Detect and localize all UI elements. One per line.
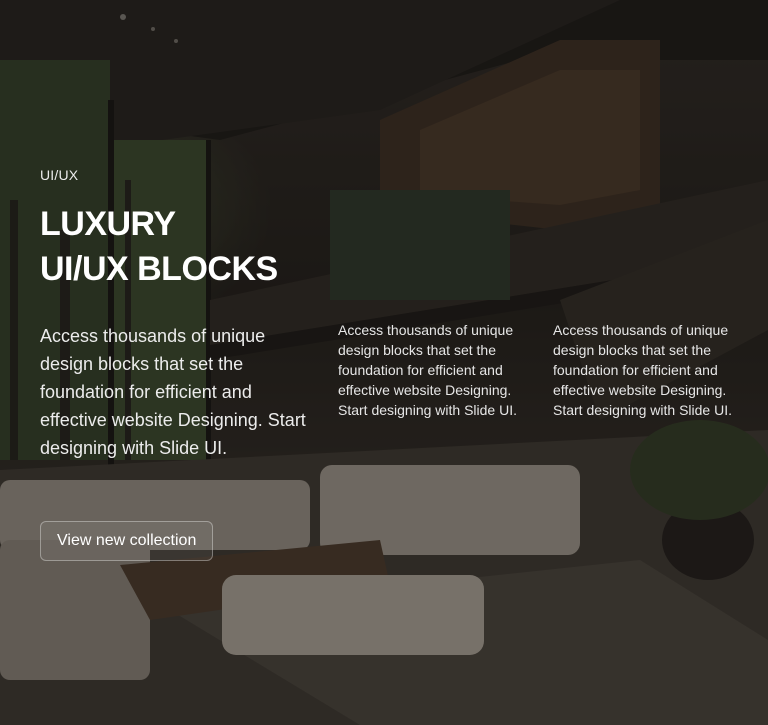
title-line-1: LUXURY [40, 205, 176, 243]
lead-paragraph: Access thousands of unique design blocks… [40, 326, 306, 458]
category-label: UI/UX [40, 167, 79, 183]
view-new-collection-button[interactable]: View new collection [40, 521, 214, 561]
hero-section: UI/UX LUXURY UI/UX BLOCKS Access thousan… [0, 0, 768, 725]
page-title: LUXURY UI/UX BLOCKS [40, 202, 360, 292]
description-column-2: Access thousands of unique design blocks… [553, 322, 732, 418]
title-line-2: UI/UX BLOCKS [40, 250, 278, 288]
hero-content: UI/UX LUXURY UI/UX BLOCKS Access thousan… [0, 0, 768, 725]
description-column-1: Access thousands of unique design blocks… [338, 322, 517, 418]
